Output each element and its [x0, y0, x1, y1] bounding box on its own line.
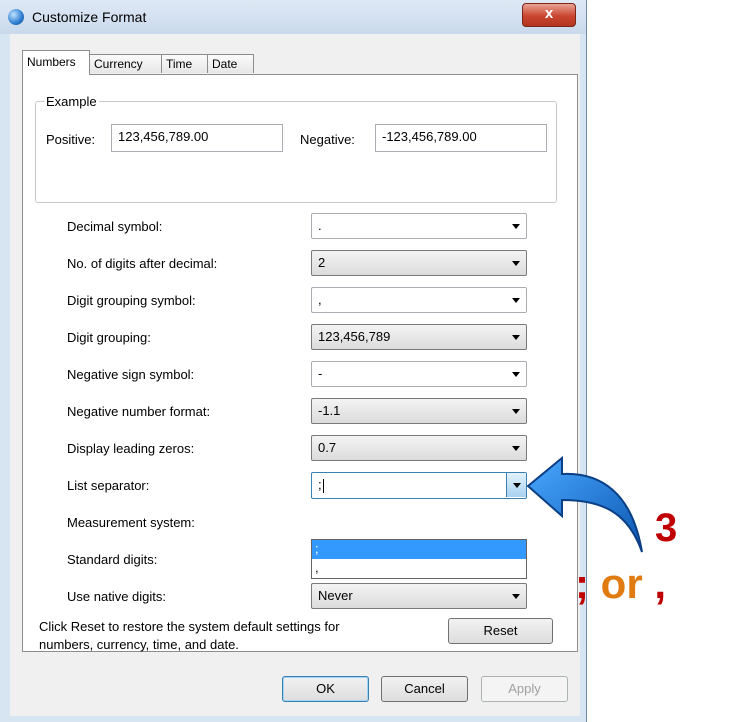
negative-number-format-combo[interactable]: -1.1	[311, 398, 527, 424]
negative-number-format-label: Negative number format:	[67, 404, 211, 419]
decimal-symbol-combo[interactable]: .	[311, 213, 527, 239]
digit-grouping-label: Digit grouping:	[67, 330, 151, 345]
standard-digits-label: Standard digits:	[67, 552, 158, 567]
close-button[interactable]: x	[522, 3, 576, 27]
list-separator-value[interactable]: ;	[318, 477, 322, 492]
annotation-comma: ,	[654, 560, 667, 607]
chevron-down-icon	[512, 446, 520, 451]
example-groupbox: Example Positive: 123,456,789.00 Negativ…	[35, 94, 557, 203]
dropdown-option-comma[interactable]: ,	[312, 559, 526, 578]
tab-time[interactable]: Time	[161, 54, 208, 73]
display-leading-zeros-value: 0.7	[318, 440, 337, 455]
negative-sign-symbol-combo[interactable]: -	[311, 361, 527, 387]
negative-label: Negative:	[300, 132, 355, 147]
negative-number-format-value: -1.1	[318, 403, 341, 418]
digit-grouping-value: 123,456,789	[318, 329, 391, 344]
digit-grouping-combo[interactable]: 123,456,789	[311, 324, 527, 350]
globe-icon	[8, 9, 24, 25]
customize-format-window: Customize Format x Numbers Currency Time…	[0, 0, 587, 722]
reset-hint-line1: Click Reset to restore the system defaul…	[39, 619, 340, 634]
cancel-button[interactable]: Cancel	[381, 676, 468, 702]
tab-currency[interactable]: Currency	[89, 54, 162, 73]
reset-button[interactable]: Reset	[448, 618, 553, 644]
dropdown-option-semicolon[interactable]: ;	[312, 540, 526, 559]
digits-after-decimal-combo[interactable]: 2	[311, 250, 527, 276]
curved-arrow-icon	[526, 455, 643, 553]
negative-example-field: -123,456,789.00	[375, 124, 547, 152]
chevron-down-icon	[512, 409, 520, 414]
annotation-number: 3	[655, 506, 678, 550]
numbers-panel: Example Positive: 123,456,789.00 Negativ…	[22, 74, 578, 652]
positive-example-field: 123,456,789.00	[111, 124, 283, 152]
use-native-digits-value: Never	[318, 588, 353, 603]
chevron-down-icon	[512, 335, 520, 340]
chevron-down-icon	[512, 298, 520, 303]
dialog-client: Numbers Currency Time Date Example Posit…	[10, 34, 580, 716]
digit-grouping-symbol-combo[interactable]: ,	[311, 287, 527, 313]
annotation-text: ; or ,	[575, 560, 666, 608]
list-separator-dropdown: ; ,	[311, 539, 527, 579]
decimal-symbol-value: .	[318, 218, 322, 233]
annotation-or: or	[589, 560, 655, 607]
negative-sign-symbol-value: -	[318, 366, 323, 381]
title-bar: Customize Format x	[0, 0, 586, 34]
window-title: Customize Format	[32, 9, 147, 25]
text-cursor	[322, 478, 324, 493]
display-leading-zeros-label: Display leading zeros:	[67, 441, 195, 456]
chevron-down-icon	[512, 261, 520, 266]
example-legend: Example	[44, 94, 99, 109]
list-separator-label: List separator:	[67, 478, 150, 493]
chevron-down-icon	[512, 224, 520, 229]
reset-hint-line2: numbers, currency, time, and date.	[39, 637, 239, 652]
digits-after-decimal-label: No. of digits after decimal:	[67, 256, 218, 271]
use-native-digits-label: Use native digits:	[67, 589, 166, 604]
negative-sign-symbol-label: Negative sign symbol:	[67, 367, 195, 382]
ok-button[interactable]: OK	[282, 676, 369, 702]
tab-numbers[interactable]: Numbers	[22, 50, 90, 75]
annotation-semicolon: ;	[575, 560, 589, 607]
display-leading-zeros-combo[interactable]: 0.7	[311, 435, 527, 461]
digit-grouping-symbol-label: Digit grouping symbol:	[67, 293, 196, 308]
list-separator-combo[interactable]: ;	[311, 472, 527, 499]
chevron-down-icon	[512, 372, 520, 377]
digits-after-decimal-value: 2	[318, 255, 326, 270]
measurement-system-label: Measurement system:	[67, 515, 195, 530]
digit-grouping-symbol-value: ,	[318, 292, 322, 307]
decimal-symbol-label: Decimal symbol:	[67, 219, 163, 234]
tab-date[interactable]: Date	[207, 54, 254, 73]
use-native-digits-combo[interactable]: Never	[311, 583, 527, 609]
positive-label: Positive:	[46, 132, 96, 147]
apply-button: Apply	[481, 676, 568, 702]
chevron-down-icon	[512, 594, 520, 599]
